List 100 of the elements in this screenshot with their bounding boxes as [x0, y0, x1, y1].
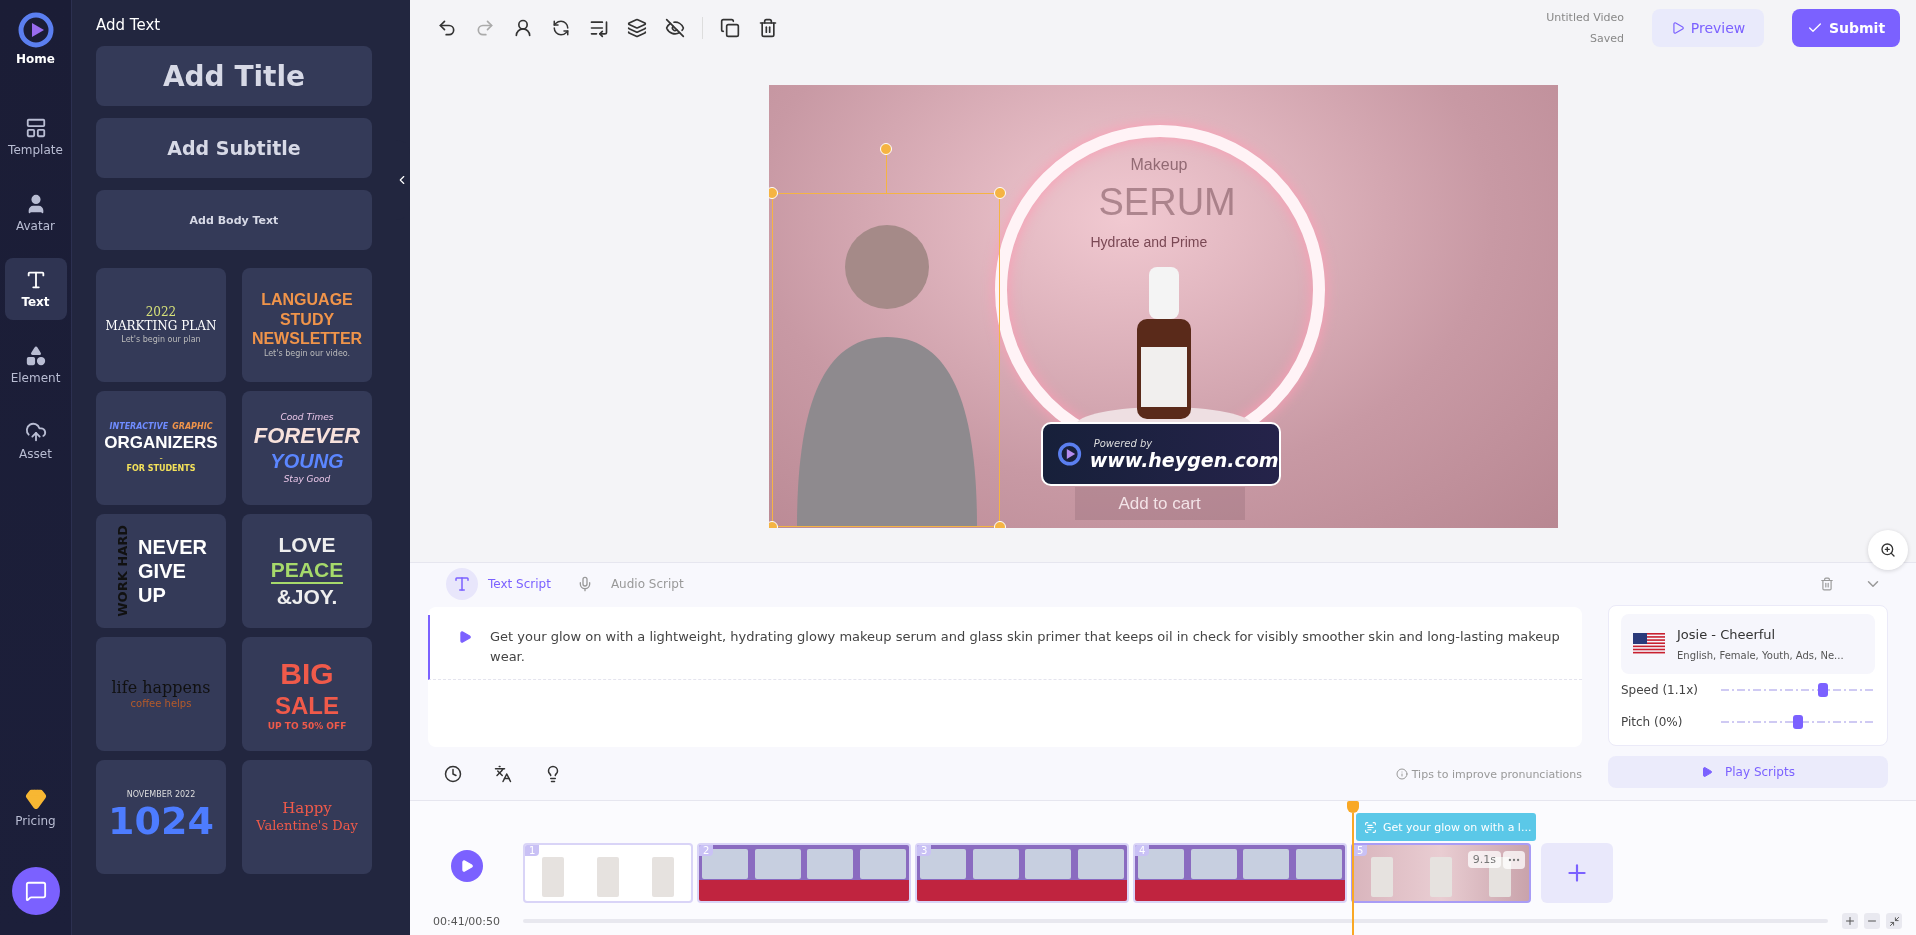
add-text-preset[interactable]: Add Body Text: [96, 190, 372, 250]
template-text: NOVEMBER 2022: [126, 790, 196, 800]
shapes-icon: [24, 345, 47, 367]
text-template-card[interactable]: LANGUAGE STUDY NEWSLETTER Let's begin our video.: [242, 268, 372, 382]
template-text: UP TO 50% OFF: [267, 720, 347, 732]
video-canvas[interactable]: Makeup SERUM Hydrate and Prime Powered by www.heygen.com Add to cart: [768, 85, 1558, 528]
nav-item[interactable]: Asset: [4, 410, 67, 472]
template-text: Cood Times: [280, 412, 334, 423]
template-text: -: [159, 453, 163, 464]
nav-item[interactable]: Avatar: [4, 182, 67, 244]
zoom-in-button[interactable]: [1842, 913, 1858, 929]
template-text: life happens: [111, 678, 211, 697]
template-text: Valentine's Day: [256, 818, 358, 834]
slider-thumb[interactable]: [1793, 715, 1803, 729]
play-icon: [459, 859, 474, 873]
preview-button[interactable]: Preview: [1652, 8, 1764, 47]
layers-icon: [627, 17, 647, 38]
thumbnail-image: [754, 849, 801, 879]
template-text: SALE: [275, 692, 339, 720]
eye-off-icon: [665, 17, 685, 38]
slider-thumb[interactable]: [1817, 683, 1828, 697]
thumbnail-image: [1371, 857, 1394, 897]
text-template-card[interactable]: 2022 MARKTING PLAN Let's begin our plan: [96, 268, 226, 382]
rotate-handle[interactable]: [879, 143, 892, 155]
thumbnail-image: [859, 849, 906, 879]
save-status: Saved: [1590, 31, 1624, 45]
template-text: coffee helps: [130, 697, 192, 710]
text-icon: [453, 575, 471, 593]
zoom-button[interactable]: [1868, 530, 1908, 570]
fit-button[interactable]: [1886, 913, 1902, 929]
scene-duration: 9.1s: [1467, 851, 1501, 868]
scene-number: 2: [699, 845, 714, 856]
add-text-preset[interactable]: Add Subtitle: [96, 118, 372, 178]
trash-icon: [758, 17, 778, 38]
text-template-card[interactable]: NOVEMBER 2022 1024: [96, 760, 226, 874]
script-editor[interactable]: Get your glow on with a lightweight, hydrating glowy makeup serum and glass skin primer that keeps oil in check for visibly smoother skin and long-lasting makeup wear.: [428, 607, 1582, 747]
diamond-icon: [24, 788, 47, 810]
text-template-card[interactable]: Cood Times FOREVER YOUNG Stay Good: [242, 391, 372, 505]
text-template-card[interactable]: LOVE PEACE &JOY.: [242, 514, 372, 628]
chat-icon: [24, 880, 47, 902]
refresh-icon: [552, 18, 570, 37]
nav-item[interactable]: Element: [4, 334, 67, 396]
flag-icon: [1633, 633, 1665, 655]
template-text: NEVER: [138, 535, 207, 559]
clock-icon: [444, 765, 462, 783]
resize-handle[interactable]: [768, 187, 778, 199]
add-text-preset[interactable]: Add Title: [96, 46, 372, 106]
time-counter: 00:41/00:50: [432, 914, 501, 928]
template-text: LANGUAGE: [261, 291, 353, 310]
template-text: 1024: [108, 800, 214, 844]
playhead[interactable]: [1347, 801, 1359, 935]
play-button[interactable]: [450, 850, 483, 882]
more-button[interactable]: [1503, 851, 1525, 869]
nav-item[interactable]: Text: [4, 258, 67, 320]
canvas-tagline: Hydrate and Prime: [1090, 235, 1208, 249]
template-text: GIVE: [138, 559, 186, 583]
thumbnail-image: [807, 849, 854, 879]
script-tab[interactable]: Text Script: [446, 568, 551, 600]
template-text: GRAPHIC: [172, 422, 213, 432]
info-icon: [1395, 768, 1408, 780]
resize-handle[interactable]: [993, 187, 1006, 199]
submit-button[interactable]: Submit: [1792, 8, 1900, 47]
logo-icon: [17, 12, 54, 48]
thumbnail-image: [1077, 849, 1124, 879]
template-text: PEACE: [270, 557, 344, 585]
template-text: INTERACTIVE: [109, 422, 169, 432]
copy-icon: [720, 17, 740, 38]
pricing-nav-item[interactable]: Pricing: [4, 777, 67, 839]
canvas-overlay-text: Makeup: [1130, 157, 1188, 173]
panel-title: Add Text: [96, 16, 162, 34]
home-button[interactable]: Home: [16, 12, 55, 66]
voice-tags: English, Female, Youth, Ads, Ne...: [1677, 650, 1844, 661]
play-scripts-button[interactable]: Play Scripts: [1608, 756, 1888, 788]
chat-button[interactable]: [11, 867, 60, 915]
script-text: Get your glow on with a lightweight, hydrating glowy makeup serum and glass skin primer that keeps oil in check for visibly smoother skin and long-lasting makeup wear.: [490, 628, 1561, 666]
scene-thumbnail[interactable]: 5 9.1s: [1351, 843, 1531, 903]
template-text: UP: [138, 583, 166, 607]
thumbnail-image: [1025, 849, 1072, 879]
template-text: Stay Good: [283, 473, 331, 484]
scene-number: 4: [1135, 845, 1150, 856]
template-text: LOVE: [278, 532, 336, 557]
text-template-card[interactable]: INTERACTIVE GRAPHIC ORGANIZERS - FOR STUDENTS: [96, 391, 226, 505]
template-text: FOREVER: [253, 423, 361, 449]
thumbnail-image: [1430, 857, 1452, 897]
nav-item[interactable]: Template: [4, 106, 67, 168]
slider-label: Pitch (0%): [1621, 715, 1684, 729]
scene-number: 1: [525, 845, 540, 856]
zoom-in-icon: [1880, 542, 1896, 558]
template-text: WORK HARD: [115, 525, 131, 617]
template-text: MARKTING PLAN: [105, 320, 217, 335]
template-text: STUDY: [279, 310, 335, 330]
canvas-cart-button: Add to cart: [1074, 487, 1245, 520]
play-icon[interactable]: [458, 630, 472, 644]
thumbnail-image: [597, 857, 619, 897]
thumbnail-image: [1243, 849, 1290, 879]
template-text: 2022: [145, 305, 177, 320]
badge-url: www.heygen.com: [1089, 448, 1279, 471]
layout-icon: [24, 117, 47, 139]
voice-selector[interactable]: Josie - Cheerful English, Female, Youth, Ads, Ne...: [1621, 614, 1875, 674]
zoom-out-button[interactable]: [1864, 913, 1880, 929]
